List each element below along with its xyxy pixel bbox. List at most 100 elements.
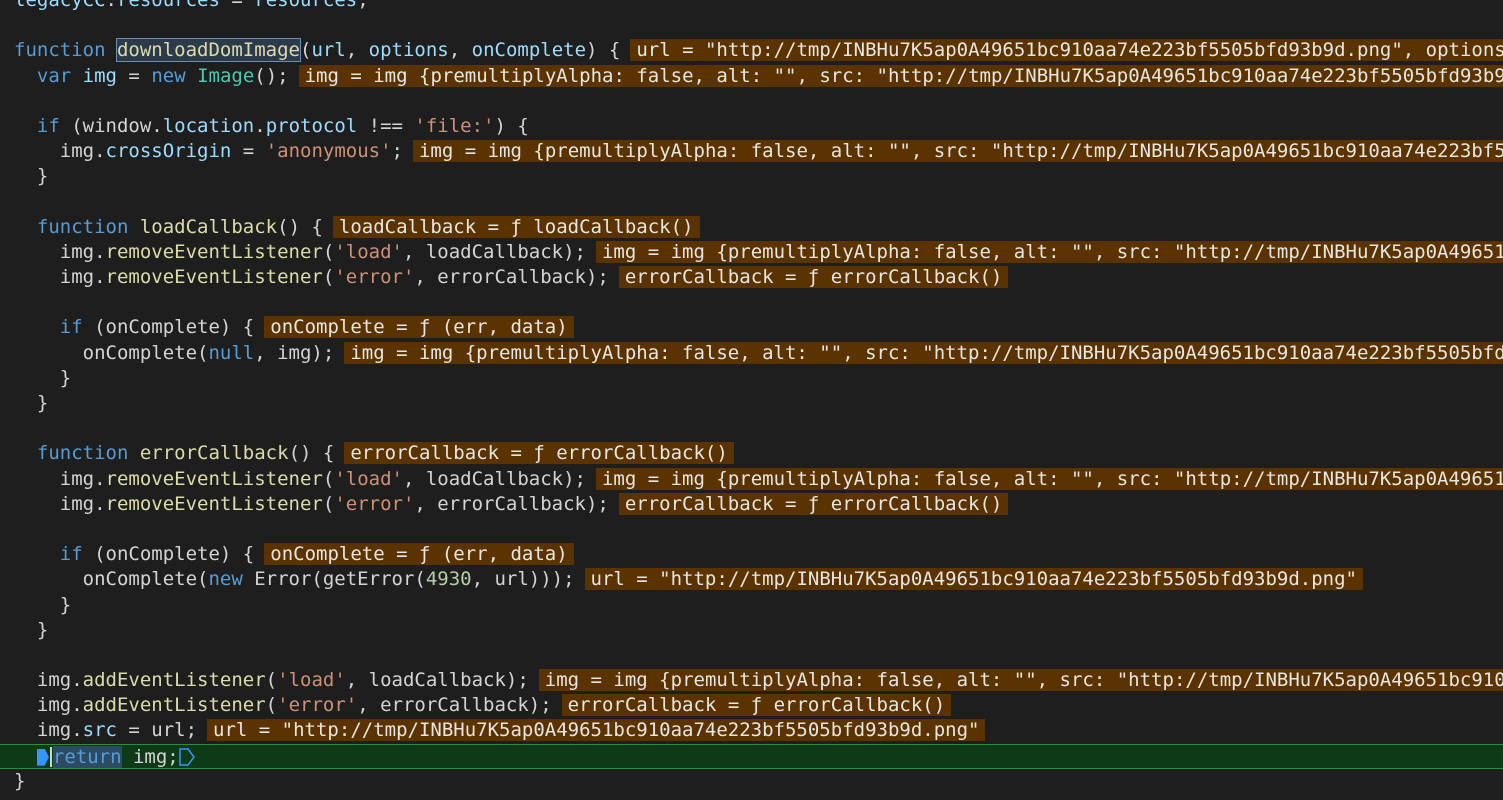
token: src bbox=[82, 719, 117, 742]
code-text: legacyCC.resources = resources; bbox=[0, 0, 369, 11]
breakpoint-arrow-icon bbox=[36, 748, 49, 766]
inline-value-hint: img = img {premultiplyAlpha: false, alt:… bbox=[344, 341, 1503, 364]
text-caret bbox=[49, 746, 52, 767]
token: , img); bbox=[254, 341, 335, 364]
token: if bbox=[36, 114, 72, 137]
code-line[interactable] bbox=[0, 416, 1503, 441]
code-text: } bbox=[0, 619, 48, 641]
token: () { bbox=[277, 215, 323, 238]
token: location bbox=[162, 114, 255, 137]
code-line[interactable]: } bbox=[0, 593, 1503, 618]
token: onComplete( bbox=[14, 341, 209, 364]
inline-value-hint: url = "http://tmp/INBHu7K5ap0A49651bc910… bbox=[584, 568, 1363, 591]
code-line[interactable]: if (onComplete) {onComplete = ƒ (err, da… bbox=[0, 542, 1503, 567]
token: img bbox=[82, 64, 117, 87]
inline-value-hint: url = "http://tmp/INBHu7K5ap0A49651bc910… bbox=[630, 39, 1503, 62]
code-line[interactable] bbox=[0, 89, 1503, 114]
code-text: img.crossOrigin = 'anonymous'; bbox=[0, 140, 403, 162]
token: ( bbox=[322, 266, 335, 289]
token: onComplete( bbox=[14, 568, 209, 591]
token: protocol bbox=[265, 114, 358, 137]
inline-value-hint: img = img {premultiplyAlpha: false, alt:… bbox=[538, 669, 1503, 692]
token: loadCallback bbox=[139, 215, 278, 238]
code-line[interactable]: img.removeEventListener('load', loadCall… bbox=[0, 240, 1503, 265]
code-text: if (onComplete) { bbox=[0, 316, 254, 338]
token: , errorCallback); bbox=[357, 694, 552, 717]
token: addEventListener bbox=[82, 694, 266, 717]
token: (onComplete) { bbox=[94, 316, 255, 339]
token: ) { bbox=[586, 39, 621, 62]
code-line[interactable] bbox=[0, 517, 1503, 542]
code-line[interactable]: if (onComplete) {onComplete = ƒ (err, da… bbox=[0, 315, 1503, 340]
token: 4930 bbox=[425, 568, 472, 591]
token: img. bbox=[14, 266, 106, 289]
token: 'error' bbox=[334, 492, 415, 515]
token: resources bbox=[254, 0, 358, 11]
function-name-highlight: downloadDomImage bbox=[115, 38, 301, 63]
token: , loadCallback); bbox=[402, 240, 586, 263]
code-line[interactable]: img.crossOrigin = 'anonymous'; img = img … bbox=[0, 139, 1503, 164]
code-line[interactable]: legacyCC.resources = resources; bbox=[0, 0, 1503, 13]
token: (onComplete) { bbox=[94, 543, 255, 566]
code-line[interactable]: img.removeEventListener('error', errorCa… bbox=[0, 492, 1503, 517]
code-line[interactable]: } bbox=[0, 391, 1503, 416]
token: Error(getError( bbox=[254, 568, 426, 591]
code-line[interactable]: img.addEventListener('error', errorCallb… bbox=[0, 693, 1503, 718]
code-line[interactable]: function loadCallback() {loadCallback = … bbox=[0, 215, 1503, 240]
code-line[interactable]: img.src = url; url = "http://tmp/INBHu7K5… bbox=[0, 718, 1503, 743]
token: onComplete bbox=[471, 39, 587, 62]
token: 'anonymous' bbox=[265, 140, 392, 163]
token: = bbox=[231, 140, 266, 163]
code-line[interactable]: img.addEventListener('load', loadCallbac… bbox=[0, 668, 1503, 693]
current-execution-line[interactable]: return img; bbox=[0, 743, 1503, 769]
token: ) { bbox=[494, 114, 529, 137]
code-line[interactable]: var img = new Image(); img = img {premult… bbox=[0, 64, 1503, 89]
code-text: if (onComplete) { bbox=[0, 543, 254, 565]
code-text: img.addEventListener('error', errorCallb… bbox=[0, 694, 552, 716]
token: } bbox=[14, 769, 26, 792]
code-text: } bbox=[0, 367, 71, 389]
code-line[interactable] bbox=[0, 13, 1503, 38]
inline-value-hint: errorCallback = ƒ errorCallback() bbox=[344, 442, 734, 465]
code-line[interactable]: function errorCallback() {errorCallback … bbox=[0, 441, 1503, 466]
token: 'file:' bbox=[414, 114, 495, 137]
token: new bbox=[151, 64, 198, 87]
token: if bbox=[59, 316, 95, 339]
token: function bbox=[36, 442, 140, 465]
token: null bbox=[208, 341, 255, 364]
code-line[interactable]: onComplete(null, img); img = img {premult… bbox=[0, 341, 1503, 366]
token: img. bbox=[14, 492, 106, 515]
token: . bbox=[105, 0, 117, 11]
code-line[interactable] bbox=[0, 290, 1503, 315]
code-editor[interactable]: legacyCC.resources = resources; function … bbox=[0, 0, 1503, 794]
token: () { bbox=[288, 442, 335, 465]
code-text: img.removeEventListener('load', loadCall… bbox=[0, 241, 586, 263]
inline-value-hint: errorCallback = ƒ errorCallback() bbox=[618, 266, 1009, 289]
token: img. bbox=[14, 694, 83, 717]
code-line[interactable]: if (window.location.protocol !== 'file:'… bbox=[0, 114, 1503, 139]
code-line[interactable]: function downloadDomImage(url, options, … bbox=[0, 38, 1503, 63]
code-line[interactable]: } bbox=[0, 366, 1503, 391]
token: , loadCallback); bbox=[402, 467, 586, 490]
code-line[interactable]: } bbox=[0, 618, 1503, 643]
code-line[interactable] bbox=[0, 190, 1503, 215]
token: new bbox=[208, 568, 255, 591]
token: ; bbox=[391, 140, 403, 163]
token: ( bbox=[265, 669, 278, 692]
code-line[interactable]: } bbox=[0, 164, 1503, 189]
code-line[interactable]: } bbox=[0, 769, 1503, 794]
code-line[interactable] bbox=[0, 643, 1503, 668]
token: 'load' bbox=[277, 669, 346, 692]
code-line[interactable]: onComplete(new Error(getError(4930, url)… bbox=[0, 567, 1503, 592]
code-line[interactable]: img.removeEventListener('error', errorCa… bbox=[0, 265, 1503, 290]
code-text: img.removeEventListener('load', loadCall… bbox=[0, 468, 586, 490]
code-line[interactable]: img.removeEventListener('load', loadCall… bbox=[0, 467, 1503, 492]
